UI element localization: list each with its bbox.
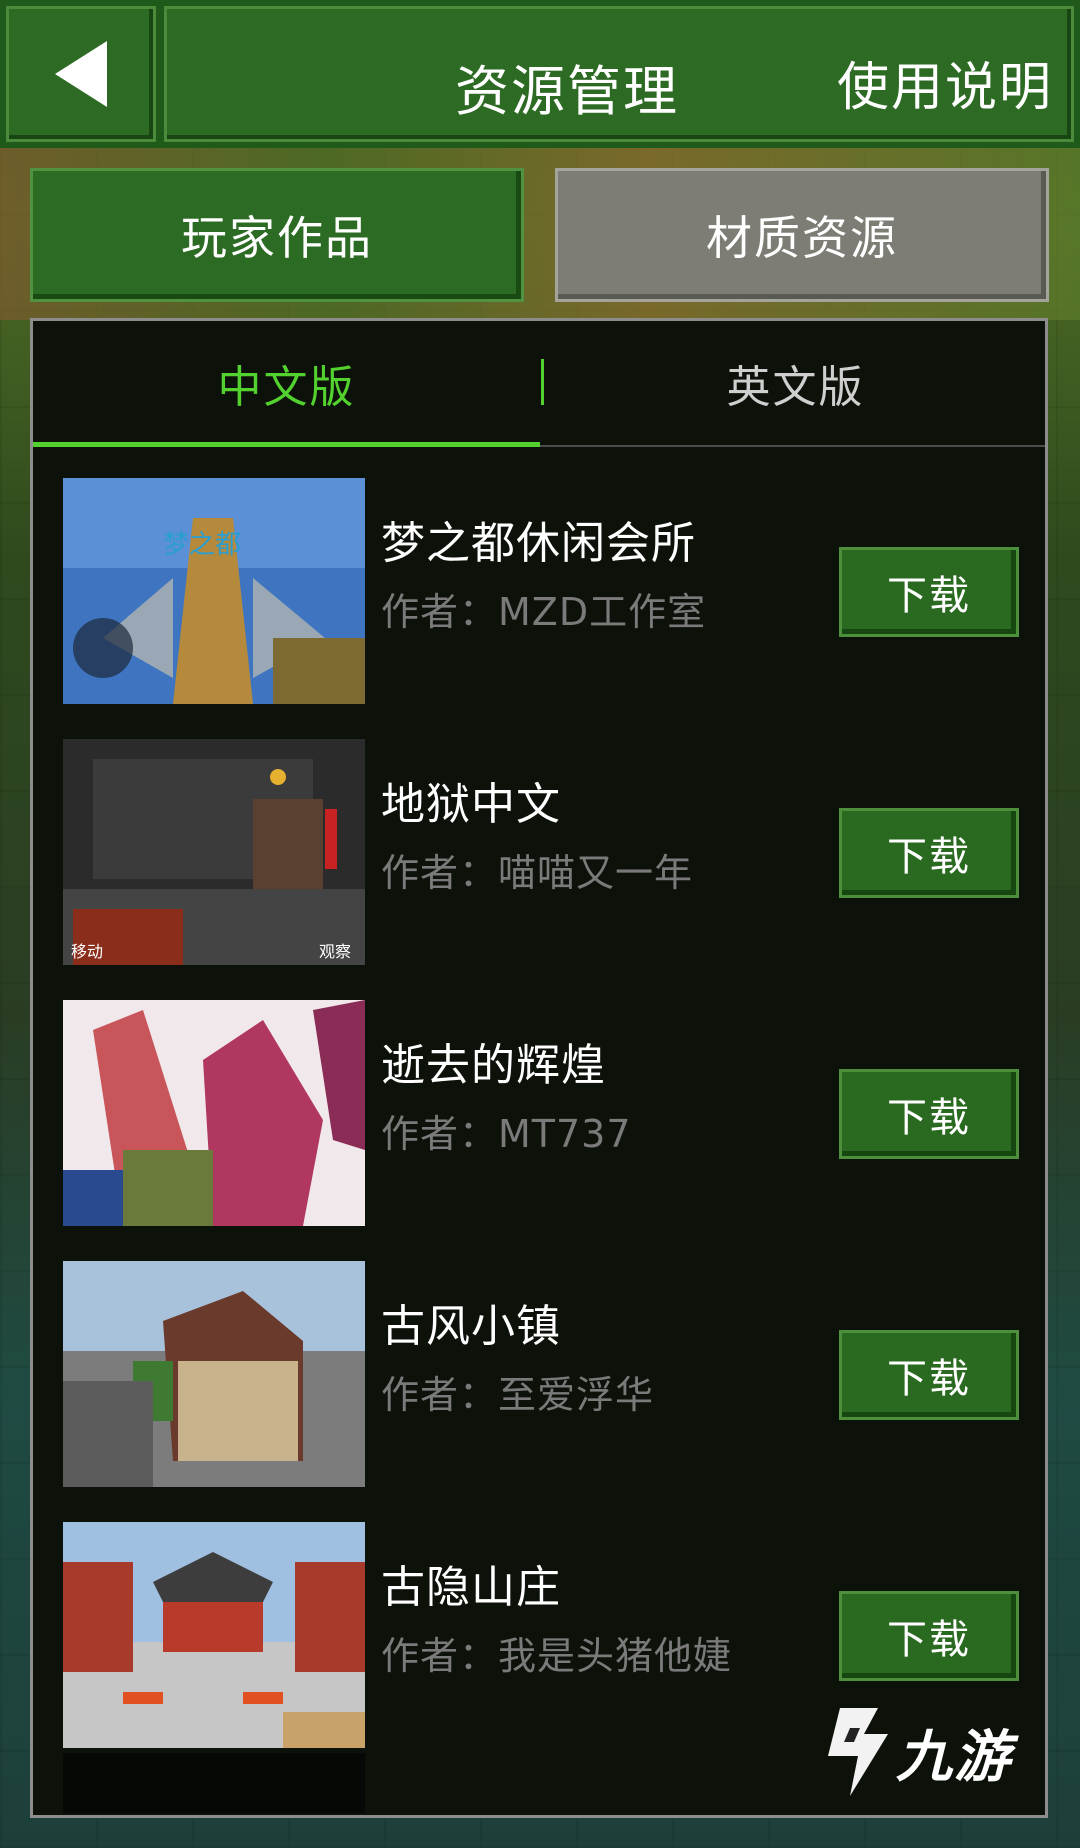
item-title: 古风小镇	[381, 1301, 561, 1352]
item-author: 作者：我是头猪他婕	[381, 1634, 733, 1678]
svg-text:移动: 移动	[71, 943, 103, 961]
item-thumbnail: 移动 观察	[63, 739, 365, 965]
page-title: 资源管理	[455, 60, 679, 123]
category-texture-resources[interactable]: 材质资源	[555, 168, 1049, 302]
thumbnail-image	[63, 1261, 365, 1487]
language-tabs: 中文版 英文版	[33, 321, 1045, 447]
resource-list: 梦之都 梦之都休闲会所 作者：MZD工作室 下载 移动 观察 地狱中文 作者：喵…	[33, 447, 1045, 1813]
next-item-thumbnail-partial	[63, 1753, 365, 1813]
back-button[interactable]	[6, 6, 156, 142]
download-button[interactable]: 下载	[839, 547, 1019, 637]
item-author: 作者：MT737	[381, 1112, 632, 1156]
item-author: 作者：至爱浮华	[381, 1373, 655, 1417]
item-thumbnail	[63, 1261, 365, 1487]
watermark-text: 九游	[896, 1724, 1012, 1790]
tab-chinese[interactable]: 中文版	[33, 321, 540, 447]
thumbnail-image	[63, 1522, 365, 1748]
resource-panel: 中文版 英文版 梦之都 梦之都休闲会所 作者：MZD工作室 下载 移动 观察 地…	[30, 318, 1048, 1818]
watermark: 九游	[820, 1704, 1012, 1800]
category-player-works[interactable]: 玩家作品	[30, 168, 524, 302]
thumbnail-image	[63, 1000, 365, 1226]
thumbnail-image: 移动 观察	[63, 739, 365, 965]
download-button[interactable]: 下载	[839, 1069, 1019, 1159]
item-title: 梦之都休闲会所	[381, 518, 696, 569]
item-author: 作者：MZD工作室	[381, 590, 707, 634]
item-title: 逝去的辉煌	[381, 1040, 606, 1091]
item-thumbnail	[63, 1522, 365, 1748]
list-item[interactable]: 移动 观察 地狱中文 作者：喵喵又一年 下载	[33, 708, 1045, 969]
item-title: 古隐山庄	[381, 1562, 561, 1613]
thumbnail-image: 梦之都	[63, 478, 365, 704]
item-author: 作者：喵喵又一年	[381, 851, 694, 895]
back-arrow-icon	[55, 41, 107, 107]
download-button[interactable]: 下载	[839, 808, 1019, 898]
download-button[interactable]: 下载	[839, 1330, 1019, 1420]
item-thumbnail: 梦之都	[63, 478, 365, 704]
watermark-logo-icon	[828, 1708, 888, 1796]
tab-english[interactable]: 英文版	[542, 321, 1045, 445]
svg-text:梦之都: 梦之都	[163, 529, 241, 559]
help-link[interactable]: 使用说明	[837, 45, 1053, 120]
svg-text:观察: 观察	[319, 943, 351, 961]
list-item[interactable]: 逝去的辉煌 作者：MT737 下载	[33, 969, 1045, 1230]
item-title: 地狱中文	[381, 779, 561, 830]
download-button[interactable]: 下载	[839, 1591, 1019, 1681]
list-item[interactable]: 古风小镇 作者：至爱浮华 下载	[33, 1230, 1045, 1491]
item-thumbnail	[63, 1000, 365, 1226]
list-item[interactable]: 梦之都 梦之都休闲会所 作者：MZD工作室 下载	[33, 447, 1045, 708]
title-area: 资源管理 使用说明	[164, 6, 1074, 142]
top-bar: 资源管理 使用说明	[0, 0, 1080, 148]
